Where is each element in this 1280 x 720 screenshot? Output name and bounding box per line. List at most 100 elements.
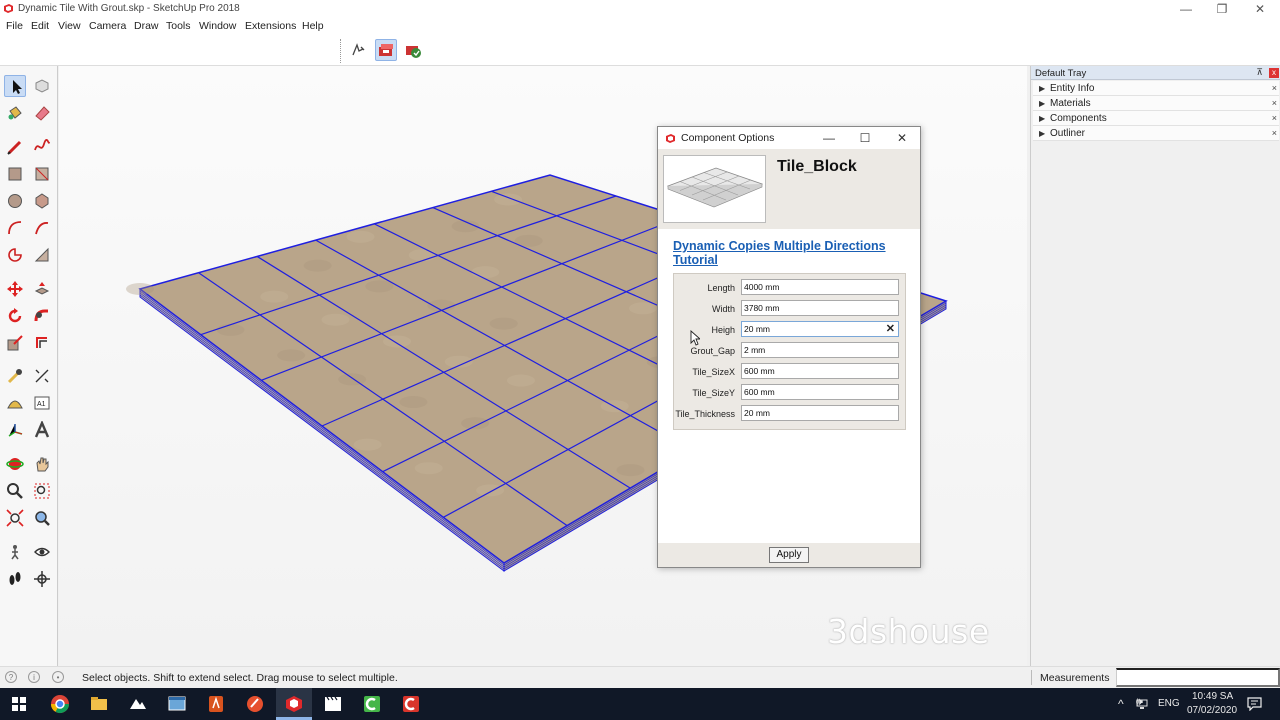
previous-view-tool[interactable] [31,507,53,529]
rotate-tool[interactable] [4,305,26,327]
tile-thickness-input[interactable] [741,405,899,421]
component-options-button[interactable] [375,39,397,61]
texture-spot [489,317,518,330]
dialog-title-bar[interactable]: Component Options — ☐ ✕ [658,127,920,149]
height-input[interactable] [741,321,899,337]
menu-tools[interactable]: Tools [166,20,191,32]
menu-camera[interactable]: Camera [89,20,126,32]
file-explorer-icon[interactable] [89,694,109,714]
menu-extensions[interactable]: Extensions [245,20,296,32]
photos-icon[interactable] [128,694,148,714]
select-tool[interactable] [4,75,26,97]
position-camera-tool[interactable] [4,541,26,563]
3d-text-tool[interactable] [31,419,53,441]
length-input[interactable] [741,279,899,295]
window-app-icon[interactable] [167,694,187,714]
offset-tool[interactable] [31,332,53,354]
language-indicator[interactable]: ENG [1158,698,1180,709]
pin-icon[interactable]: ⊼ [1256,67,1263,78]
freehand-tool[interactable] [31,136,53,158]
restore-button[interactable]: ❐ [1204,1,1240,17]
rotated-rectangle-tool[interactable] [31,163,53,185]
dialog-maximize-button[interactable]: ☐ [856,130,874,146]
tutorial-link[interactable]: Dynamic Copies Multiple Directions Tutor… [673,239,903,267]
follow-me-tool[interactable] [31,305,53,327]
orbit-tool[interactable] [4,453,26,475]
menu-file[interactable]: File [6,20,23,32]
geo-location-icon[interactable]: ? [5,671,17,683]
notifications-icon[interactable] [1247,697,1262,711]
protractor-tool[interactable] [4,392,26,414]
component-attributes-button[interactable] [402,39,424,61]
dialog-close-button[interactable]: ✕ [893,130,911,146]
chevron-up-icon[interactable]: ^ [1118,697,1124,711]
sketchup-icon[interactable] [284,694,304,714]
rectangle-tool[interactable] [4,163,26,185]
two-point-arc-tool[interactable] [31,217,53,239]
scale-tool[interactable] [4,332,26,354]
panel-outliner[interactable]: ▶ Outliner × [1033,126,1279,141]
tape-measure-tool[interactable] [4,365,26,387]
look-around-tool[interactable] [31,541,53,563]
menu-window[interactable]: Window [199,20,236,32]
make-component-tool[interactable] [31,75,53,97]
menu-help[interactable]: Help [302,20,324,32]
grout-gap-input[interactable] [741,342,899,358]
clear-input-icon[interactable]: ✕ [886,322,895,335]
menu-draw[interactable]: Draw [134,20,159,32]
zoom-extents-tool[interactable] [4,507,26,529]
axes-tool[interactable] [4,419,26,441]
dimension-tool[interactable] [31,365,53,387]
app-orange-icon[interactable] [206,694,226,714]
push-pull-tool[interactable] [31,278,53,300]
walk-tool[interactable] [4,568,26,590]
component-options-dialog[interactable]: Component Options — ☐ ✕ Tile_Block Dynam… [657,126,921,568]
panel-close-icon[interactable]: × [1272,128,1277,138]
minimize-button[interactable]: — [1168,1,1204,17]
panel-close-icon[interactable]: × [1272,113,1277,123]
move-tool[interactable] [4,278,26,300]
close-button[interactable]: ✕ [1242,1,1278,17]
tray-close-button[interactable]: x [1269,68,1279,78]
app-red-icon[interactable] [245,694,265,714]
arc-tool[interactable] [4,217,26,239]
app-red2-icon[interactable] [401,694,421,714]
line-tool[interactable] [4,136,26,158]
tile-size-y-input[interactable] [741,384,899,400]
dialog-minimize-button[interactable]: — [820,130,838,146]
clock-date[interactable]: 07/02/2020 [1187,705,1237,716]
video-editor-icon[interactable] [323,694,343,714]
paint-bucket-tool[interactable] [4,102,26,124]
text-tool[interactable]: A1 [31,392,53,414]
panel-close-icon[interactable]: × [1272,98,1277,108]
panel-close-icon[interactable]: × [1272,83,1277,93]
clock-time[interactable]: 10:49 SA [1192,691,1233,702]
pie-tool[interactable] [4,244,26,266]
user-icon[interactable]: • [52,671,64,683]
section-plane-tool[interactable] [31,568,53,590]
panel-materials[interactable]: ▶ Materials × [1033,96,1279,111]
toolbar-grip[interactable] [340,39,342,63]
menu-edit[interactable]: Edit [31,20,49,32]
panel-entity-info[interactable]: ▶ Entity Info × [1033,81,1279,96]
measurements-input[interactable] [1116,668,1280,687]
tile-size-x-input[interactable] [741,363,899,379]
three-point-arc-tool[interactable] [31,244,53,266]
credits-icon[interactable]: i [28,671,40,683]
volume-icon[interactable]: 🕪 [1136,696,1143,709]
interact-button[interactable] [347,39,369,61]
chrome-icon[interactable] [50,694,70,714]
menu-view[interactable]: View [58,20,81,32]
zoom-tool[interactable] [4,480,26,502]
texture-spot [506,374,535,387]
polygon-tool[interactable] [31,190,53,212]
windows-start-icon[interactable] [12,697,26,711]
camtasia-icon[interactable] [362,694,382,714]
panel-components[interactable]: ▶ Components × [1033,111,1279,126]
apply-button[interactable]: Apply [769,547,809,563]
pan-tool[interactable] [31,453,53,475]
eraser-tool[interactable] [31,102,53,124]
width-input[interactable] [741,300,899,316]
zoom-window-tool[interactable] [31,480,53,502]
circle-tool[interactable] [4,190,26,212]
